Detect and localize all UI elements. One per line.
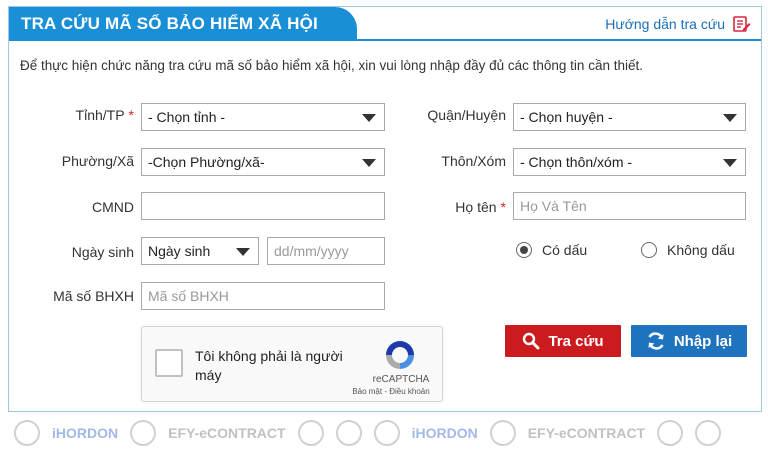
ihordon-logo: iHORDON [411, 425, 478, 441]
reset-button-label: Nhập lại [673, 332, 733, 350]
recaptcha-widget: Tôi không phải là người máy reCAPTCHA Bả… [141, 326, 443, 402]
ward-select[interactable]: -Chọn Phường/xã- [141, 148, 385, 176]
district-label: Quận/Huyện [427, 107, 506, 123]
efy-econtract-logo: EFY-eCONTRACT [527, 425, 646, 441]
village-select-value: - Chọn thôn/xóm - [520, 154, 633, 170]
radio-unchecked-icon [641, 242, 657, 258]
fullname-input[interactable] [513, 192, 746, 220]
intro-text: Để thực hiện chức năng tra cứu mã số bảo… [20, 58, 643, 73]
efy-logo-icon [373, 420, 400, 446]
shield-logo-icon [657, 420, 684, 446]
recaptcha-text: Tôi không phải là người máy [195, 348, 343, 383]
search-button[interactable]: Tra cứu [505, 325, 621, 357]
social-code-label: Mã số BHXH [53, 288, 134, 304]
id-card-label: CMND [92, 199, 134, 215]
efy-logo-icon [14, 420, 40, 446]
efy-econtract-logo: EFY-eCONTRACT [168, 425, 286, 441]
district-select[interactable]: - Chọn huyện - [513, 103, 746, 131]
refresh-icon [648, 332, 664, 350]
province-select[interactable]: - Chọn tỉnh - [141, 103, 385, 131]
id-card-input[interactable] [141, 192, 385, 220]
chevron-down-icon [236, 248, 250, 256]
accent-on-radio[interactable]: Có dấu [516, 242, 587, 258]
social-code-input[interactable] [141, 282, 385, 310]
shield-logo-icon [297, 420, 324, 446]
ward-label: Phường/Xã [61, 153, 134, 169]
birthdate-type-select[interactable]: Ngày sinh [141, 237, 259, 265]
reset-button[interactable]: Nhập lại [631, 325, 747, 357]
district-select-value: - Chọn huyện - [520, 109, 613, 125]
chevron-down-icon [362, 114, 376, 122]
ihordon-logo: iHORDON [52, 425, 119, 441]
recaptcha-logo-icon [386, 341, 414, 369]
radio-checked-icon [516, 242, 532, 258]
chevron-down-icon [723, 114, 737, 122]
birthdate-input[interactable] [267, 237, 385, 265]
fullname-required-mark: * [500, 199, 506, 215]
province-required-mark: * [128, 107, 134, 123]
guide-link[interactable]: Hướng dẫn tra cứu [605, 7, 751, 41]
accent-on-label: Có dấu [542, 242, 588, 258]
search-icon [523, 332, 540, 350]
check-logo-icon [335, 420, 362, 446]
recaptcha-links[interactable]: Bảo mật - Điều khoản [346, 387, 436, 396]
province-label-text: Tỉnh/TP [75, 107, 125, 123]
province-select-value: - Chọn tỉnh - [148, 109, 226, 125]
chevron-down-icon [723, 159, 737, 167]
accent-off-label: Không dấu [667, 242, 735, 258]
fullname-label-text: Họ tên [455, 199, 497, 215]
check-logo-icon [695, 420, 722, 446]
recaptcha-checkbox[interactable] [155, 349, 183, 377]
ward-select-value: -Chọn Phường/xã- [148, 154, 265, 170]
village-select[interactable]: - Chọn thôn/xóm - [513, 148, 746, 176]
efy-logo-icon [489, 420, 516, 446]
birthdate-type-value: Ngày sinh [148, 243, 211, 259]
edit-document-icon [733, 16, 751, 32]
footer-logos: iHORDON EFY-eCONTRACT iHORDON EFY-eCONTR… [0, 414, 768, 452]
accent-off-radio[interactable]: Không dấu [641, 242, 735, 258]
page-title: TRA CỨU MÃ SỐ BẢO HIỂM XÃ HỘI [9, 7, 357, 41]
panel-header: TRA CỨU MÃ SỐ BẢO HIỂM XÃ HỘI Hướng dẫn … [9, 7, 761, 41]
chevron-down-icon [362, 159, 376, 167]
efy-logo-icon [130, 420, 157, 446]
province-label: Tỉnh/TP * [40, 107, 134, 123]
recaptcha-brand: reCAPTCHA [372, 374, 430, 385]
guide-link-label: Hướng dẫn tra cứu [605, 16, 725, 32]
village-label: Thôn/Xóm [441, 153, 506, 169]
search-button-label: Tra cứu [548, 332, 604, 350]
fullname-label: Họ tên * [400, 199, 506, 215]
birthdate-label: Ngày sinh [71, 244, 134, 260]
